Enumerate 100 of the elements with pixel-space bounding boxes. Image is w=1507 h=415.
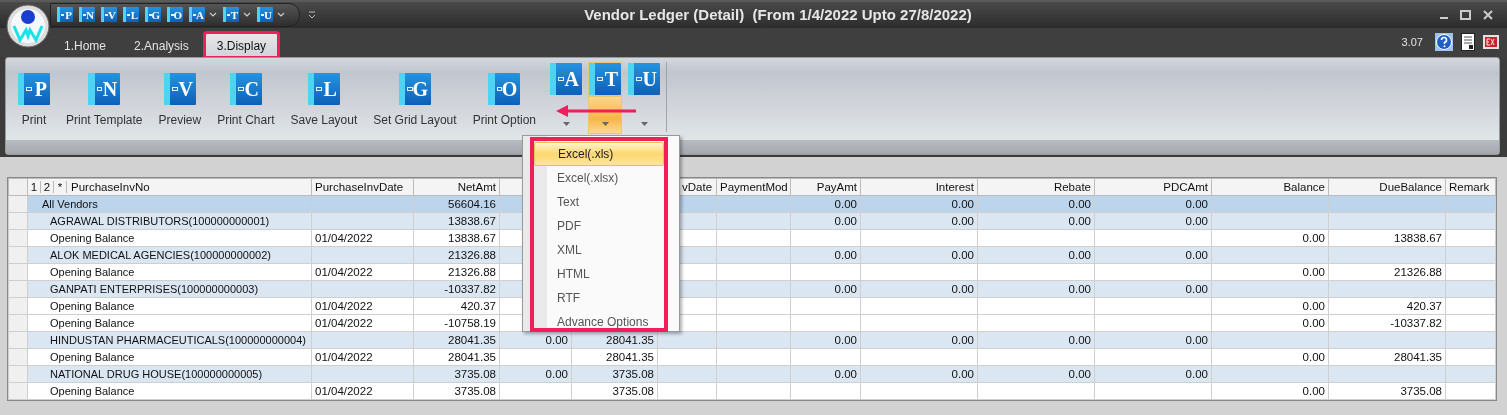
table-cell: 0.00 bbox=[499, 365, 572, 383]
table-cell: 28041.35 bbox=[1328, 348, 1446, 366]
table-cell: 0.00 bbox=[860, 195, 978, 213]
table-cell: Opening Balance bbox=[27, 297, 312, 315]
toolbar-button[interactable]: L bbox=[123, 7, 139, 23]
table-cell: Opening Balance bbox=[27, 348, 312, 366]
split-button[interactable]: T bbox=[588, 62, 622, 97]
menu-item[interactable]: RTF bbox=[534, 286, 664, 310]
table-cell: 01/04/2022 bbox=[311, 229, 414, 247]
table-cell: 0.00 bbox=[790, 246, 861, 264]
table-cell: 3735.08 bbox=[571, 382, 658, 400]
table-cell: 0.00 bbox=[790, 212, 861, 230]
menu-item[interactable]: PDF bbox=[534, 214, 664, 238]
table-cell: 0.00 bbox=[1094, 212, 1212, 230]
split-button[interactable]: U bbox=[627, 62, 661, 97]
toolbar-button[interactable]: U bbox=[257, 7, 273, 23]
table-cell: 3735.08 bbox=[413, 382, 500, 400]
toolbar-button[interactable]: V bbox=[101, 7, 117, 23]
menu-item[interactable]: Excel(.xls) bbox=[534, 142, 664, 166]
table-cell: 0.00 bbox=[1211, 263, 1329, 281]
column-header[interactable]: PurchaseInvDate bbox=[311, 178, 414, 196]
table-cell: Opening Balance bbox=[27, 382, 312, 400]
toolbar-button[interactable]: P bbox=[57, 7, 73, 23]
table-cell: 13838.67 bbox=[1328, 229, 1446, 247]
table-cell: NATIONAL DRUG HOUSE(100000000005) bbox=[27, 365, 312, 383]
ribbon-tab[interactable]: 3.Display bbox=[204, 33, 279, 58]
column-header[interactable]: PaymentMod bbox=[716, 178, 791, 196]
table-cell: 0.00 bbox=[1211, 297, 1329, 315]
table-cell: 0.00 bbox=[790, 195, 861, 213]
column-header[interactable]: PDCAmt bbox=[1094, 178, 1212, 196]
table-cell: 0.00 bbox=[790, 280, 861, 298]
column-header[interactable]: PayAmt bbox=[790, 178, 861, 196]
table-cell: 0.00 bbox=[977, 246, 1095, 264]
column-header[interactable]: NetAmt bbox=[413, 178, 500, 196]
table-cell: -10337.82 bbox=[413, 280, 500, 298]
table-cell: 0.00 bbox=[860, 212, 978, 230]
table-cell: 420.37 bbox=[413, 297, 500, 315]
toolbar-button[interactable]: N bbox=[79, 7, 95, 23]
table-cell: 28041.35 bbox=[571, 348, 658, 366]
close-icon bbox=[1483, 9, 1493, 20]
version-label: 3.07 bbox=[1401, 36, 1423, 49]
ribbon-button[interactable]: O Print Option bbox=[469, 62, 539, 128]
column-header[interactable]: PurchaseInvNo bbox=[67, 181, 150, 193]
split-button[interactable]: A bbox=[549, 62, 583, 97]
table-cell: Opening Balance bbox=[27, 229, 312, 247]
table-cell: 0.00 bbox=[1211, 314, 1329, 332]
ribbon-button[interactable]: P Print bbox=[15, 62, 53, 128]
group-level-button[interactable]: 1 bbox=[28, 181, 41, 193]
column-header[interactable]: Remark bbox=[1445, 178, 1496, 196]
caret-icon bbox=[601, 122, 609, 127]
ribbon-tab[interactable]: 1.Home bbox=[52, 33, 119, 58]
group-level-button[interactable]: 2 bbox=[41, 181, 54, 193]
menu-item[interactable]: XML bbox=[534, 238, 664, 262]
table-cell: ALOK MEDICAL AGENCIES(100000000002) bbox=[27, 246, 312, 264]
toolbar-button[interactable]: G bbox=[145, 7, 161, 23]
customize-icon bbox=[308, 10, 316, 19]
table-cell: All Vendors bbox=[27, 195, 312, 213]
table-cell: 0.00 bbox=[977, 195, 1095, 213]
ribbon-tab[interactable]: 2.Analysis bbox=[122, 33, 201, 58]
table-cell: 21326.88 bbox=[413, 246, 500, 264]
table-cell: Opening Balance bbox=[27, 314, 312, 332]
table-cell: 3735.08 bbox=[1328, 382, 1446, 400]
column-header[interactable]: DueBalance bbox=[1328, 178, 1446, 196]
table-cell: 0.00 bbox=[1094, 365, 1212, 383]
table-cell: 0.00 bbox=[860, 331, 978, 349]
table-cell: 56604.16 bbox=[413, 195, 500, 213]
caret-icon bbox=[562, 122, 570, 127]
table-cell: 28041.35 bbox=[571, 331, 658, 349]
document-icon bbox=[1461, 33, 1475, 52]
toolbar-button[interactable]: T bbox=[223, 7, 239, 23]
menu-item[interactable]: Advance Options bbox=[534, 310, 664, 334]
table-cell: 0.00 bbox=[860, 246, 978, 264]
ribbon-button[interactable]: C Print Chart bbox=[214, 62, 278, 128]
table-cell: 0.00 bbox=[790, 365, 861, 383]
ribbon-button[interactable]: V Preview bbox=[155, 62, 205, 128]
table-cell: 13838.67 bbox=[413, 229, 500, 247]
exit-icon bbox=[1483, 35, 1499, 50]
toolbar-button[interactable]: A bbox=[189, 7, 205, 23]
group-level-button[interactable]: * bbox=[54, 181, 67, 193]
table-cell: 21326.88 bbox=[413, 263, 500, 281]
table-cell: 0.00 bbox=[977, 212, 1095, 230]
table-cell: GANPATI ENTERPRISES(100000000003) bbox=[27, 280, 312, 298]
table-cell: 0.00 bbox=[1094, 280, 1212, 298]
column-header[interactable]: Rebate bbox=[977, 178, 1095, 196]
table-cell: 01/04/2022 bbox=[311, 263, 414, 281]
ribbon-button[interactable]: L Save Layout bbox=[287, 62, 361, 128]
column-header[interactable]: Interest bbox=[860, 178, 978, 196]
table-cell: 01/04/2022 bbox=[311, 297, 414, 315]
menu-item[interactable]: HTML bbox=[534, 262, 664, 286]
table-cell: 0.00 bbox=[1094, 195, 1212, 213]
table-cell: 01/04/2022 bbox=[311, 314, 414, 332]
toolbar-button[interactable]: O bbox=[167, 7, 183, 23]
table-cell: 3735.08 bbox=[413, 365, 500, 383]
column-header[interactable]: Balance bbox=[1211, 178, 1329, 196]
table-cell: 3735.08 bbox=[571, 365, 658, 383]
table-cell: 0.00 bbox=[977, 331, 1095, 349]
caret-icon bbox=[640, 122, 648, 127]
table-cell: 0.00 bbox=[1211, 382, 1329, 400]
ribbon-button[interactable]: N Print Template bbox=[63, 62, 146, 128]
ribbon-button[interactable]: G Set Grid Layout bbox=[370, 62, 460, 128]
